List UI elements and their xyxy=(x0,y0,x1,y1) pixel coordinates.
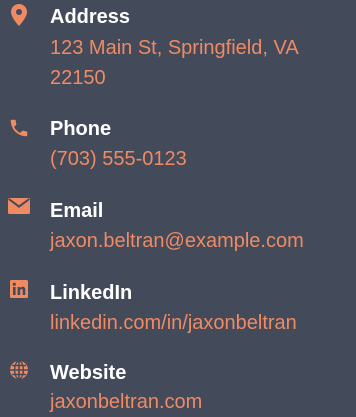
contact-item-website: Website jaxonbeltran.com xyxy=(0,356,356,417)
map-pin-icon xyxy=(8,4,30,26)
linkedin-icon xyxy=(8,278,30,300)
phone-label: Phone xyxy=(50,118,112,140)
website-value: jaxonbeltran.com xyxy=(50,391,203,413)
linkedin-label: LinkedIn xyxy=(50,282,133,304)
contact-item-linkedin: LinkedIn linkedin.com/in/jaxonbeltran xyxy=(0,276,356,346)
linkedin-value: linkedin.com/in/jaxonbeltran xyxy=(50,312,297,334)
envelope-icon xyxy=(8,195,30,217)
website-label: Website xyxy=(50,362,127,384)
contact-item-address: Address 123 Main St, Springfield, VA 221… xyxy=(0,0,356,100)
contact-info-list: Address 123 Main St, Springfield, VA 221… xyxy=(0,0,356,417)
contact-item-email: Email jaxon.beltran@example.com xyxy=(0,194,356,264)
address-value: 123 Main St, Springfield, VA 22150 xyxy=(50,37,298,89)
phone-value: (703) 555-0123 xyxy=(50,148,187,170)
contact-item-phone: Phone (703) 555-0123 xyxy=(0,112,356,182)
globe-icon xyxy=(8,359,30,381)
phone-icon xyxy=(8,117,30,139)
address-label: Address xyxy=(50,6,131,28)
email-value: jaxon.beltran@example.com xyxy=(50,230,304,252)
email-label: Email xyxy=(50,200,104,222)
